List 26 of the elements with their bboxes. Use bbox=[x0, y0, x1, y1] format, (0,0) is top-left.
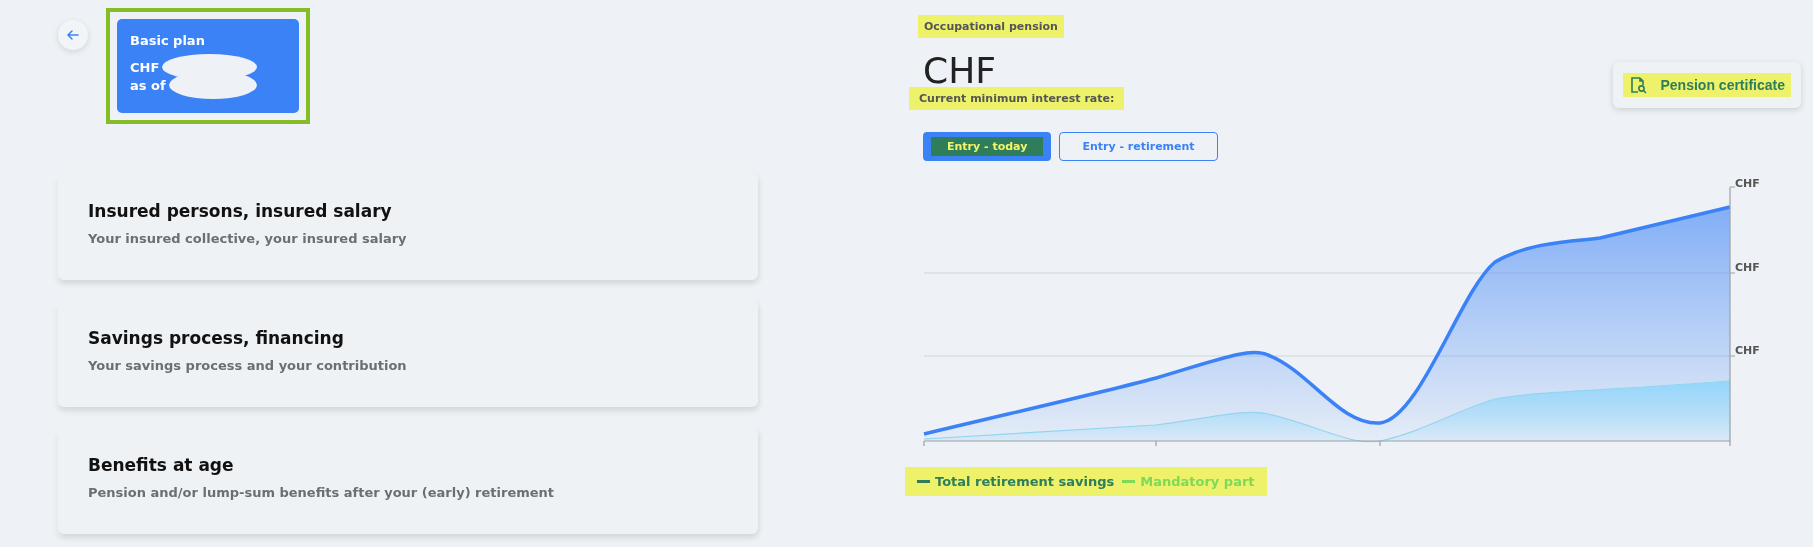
pension-certificate-button[interactable]: Pension certificate bbox=[1612, 62, 1801, 108]
card-title: Savings process, financing bbox=[88, 328, 345, 348]
card-subtitle: Your insured collective, your insured salary bbox=[88, 231, 408, 246]
plan-title: Basic plan bbox=[130, 33, 206, 48]
card-subtitle: Pension and/or lump-sum benefits after your (early) retirement bbox=[88, 485, 556, 500]
back-arrow-icon bbox=[66, 28, 80, 42]
section-card[interactable]: Insured persons, insured salary Your insured collective, your insured salary bbox=[58, 173, 758, 280]
card-title: Benefits at age bbox=[88, 455, 235, 475]
back-button[interactable] bbox=[58, 20, 88, 50]
document-search-icon bbox=[1628, 76, 1647, 94]
plan-card[interactable]: Basic plan CHF as of bbox=[117, 19, 299, 113]
card-subtitle: Your savings process and your contribution bbox=[88, 358, 408, 373]
legend-label: Mandatory part bbox=[1140, 474, 1255, 489]
card-title: Insured persons, insured salary bbox=[88, 201, 393, 221]
interest-rate-label: Current minimum interest rate: bbox=[909, 87, 1125, 110]
tab[interactable]: Entry - today bbox=[923, 132, 1052, 161]
legend-label: Total retirement savings bbox=[935, 474, 1115, 489]
amount-label: CHF bbox=[130, 59, 160, 75]
y-axis-label: CHF bbox=[1735, 261, 1760, 274]
section-card[interactable]: Savings process, financing Your savings process and your contribution bbox=[58, 300, 758, 407]
section-card[interactable]: Benefits at age Pension and/or lump-sum benefits after your (early) retirement bbox=[58, 427, 758, 534]
tab[interactable]: Entry - retirement bbox=[1059, 132, 1218, 161]
date-label: as of bbox=[130, 77, 166, 93]
y-axis-label: CHF bbox=[1735, 344, 1760, 357]
y-axis-label: CHF bbox=[1735, 177, 1760, 190]
section-label: Occupational pension bbox=[918, 15, 1064, 38]
